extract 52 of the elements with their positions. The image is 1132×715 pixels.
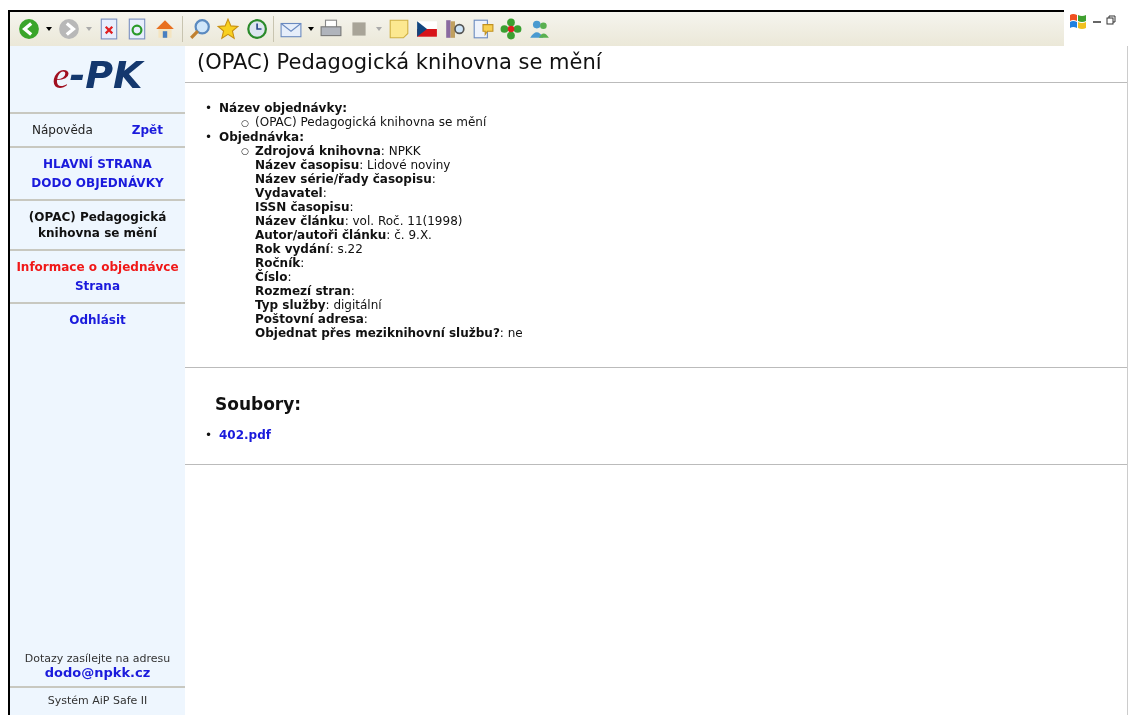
page-title: (OPAC) Pedagogická knihovna se mění <box>197 50 603 74</box>
order-field: Zdrojová knihovna: NPKK <box>255 144 523 158</box>
star-icon[interactable] <box>217 18 239 40</box>
menu-link[interactable]: (OPAC) Pedagogická knihovna se mění <box>14 209 181 241</box>
restore-icon[interactable] <box>1106 15 1116 25</box>
bullet: • <box>205 428 214 442</box>
document-chat-icon[interactable] <box>472 18 494 40</box>
caret-icon[interactable] <box>46 27 52 31</box>
order-field: ISSN časopisu: <box>255 200 523 214</box>
order-field: Ročník: <box>255 256 523 270</box>
note-icon[interactable] <box>388 18 410 40</box>
order-field: Poštovní adresa: <box>255 312 523 326</box>
field-label: Objednávka: <box>219 130 304 144</box>
order-field: Název série/řady časopisu: <box>255 172 523 186</box>
bullet: ○ <box>241 117 250 130</box>
menu-link[interactable]: Odhlásit <box>14 312 181 328</box>
menu-link[interactable]: HLAVNÍ STRANA <box>14 156 181 172</box>
bullet: ○ <box>241 145 250 158</box>
order-field: Typ služby: digitální <box>255 298 523 312</box>
history-icon[interactable] <box>245 18 267 40</box>
contact-text: Dotazy zasílejte na adresu <box>23 652 172 665</box>
back-link[interactable]: Zpět <box>131 123 163 137</box>
help-link[interactable]: Nápověda <box>32 123 93 137</box>
order-field: Autor/autoři článku: č. 9.X. <box>255 228 523 242</box>
order-name: (OPAC) Pedagogická knihovna se mění <box>255 115 487 129</box>
email-link[interactable]: dodo@npkk.cz <box>10 665 185 680</box>
stop-icon[interactable] <box>98 18 120 40</box>
flag-icon[interactable] <box>416 18 438 40</box>
bullet: • <box>205 101 214 115</box>
search-icon[interactable] <box>189 18 211 40</box>
logo[interactable]: e-PK <box>10 46 185 112</box>
file-link[interactable]: 402.pdf <box>219 428 271 442</box>
order-field: Objednat přes meziknihovní službu?: ne <box>255 326 523 340</box>
menu-link[interactable]: Informace o objednávce <box>14 259 181 275</box>
menu-link[interactable]: DODO OBJEDNÁVKY <box>14 175 181 191</box>
order-field: Název článku: vol. Roč. 11(1998) <box>255 214 523 228</box>
order-field: Rozmezí stran: <box>255 284 523 298</box>
files-heading: Soubory: <box>215 394 303 414</box>
home-icon[interactable] <box>154 18 176 40</box>
system-text: Systém AiP Safe II <box>47 694 148 707</box>
bullet: • <box>205 130 214 144</box>
menu-link[interactable]: Strana <box>14 278 181 294</box>
caret-icon[interactable] <box>308 27 314 31</box>
windows-logo-icon <box>1068 12 1088 32</box>
order-field: Vydavatel: <box>255 186 523 200</box>
books-icon[interactable] <box>444 18 466 40</box>
users-icon[interactable] <box>528 18 550 40</box>
order-field: Název časopisu: Lidové noviny <box>255 158 523 172</box>
flower-icon[interactable] <box>500 18 522 40</box>
order-field: Číslo: <box>255 270 523 284</box>
field-label: Název objednávky: <box>219 101 347 115</box>
order-field: Rok vydání: s.22 <box>255 242 523 256</box>
